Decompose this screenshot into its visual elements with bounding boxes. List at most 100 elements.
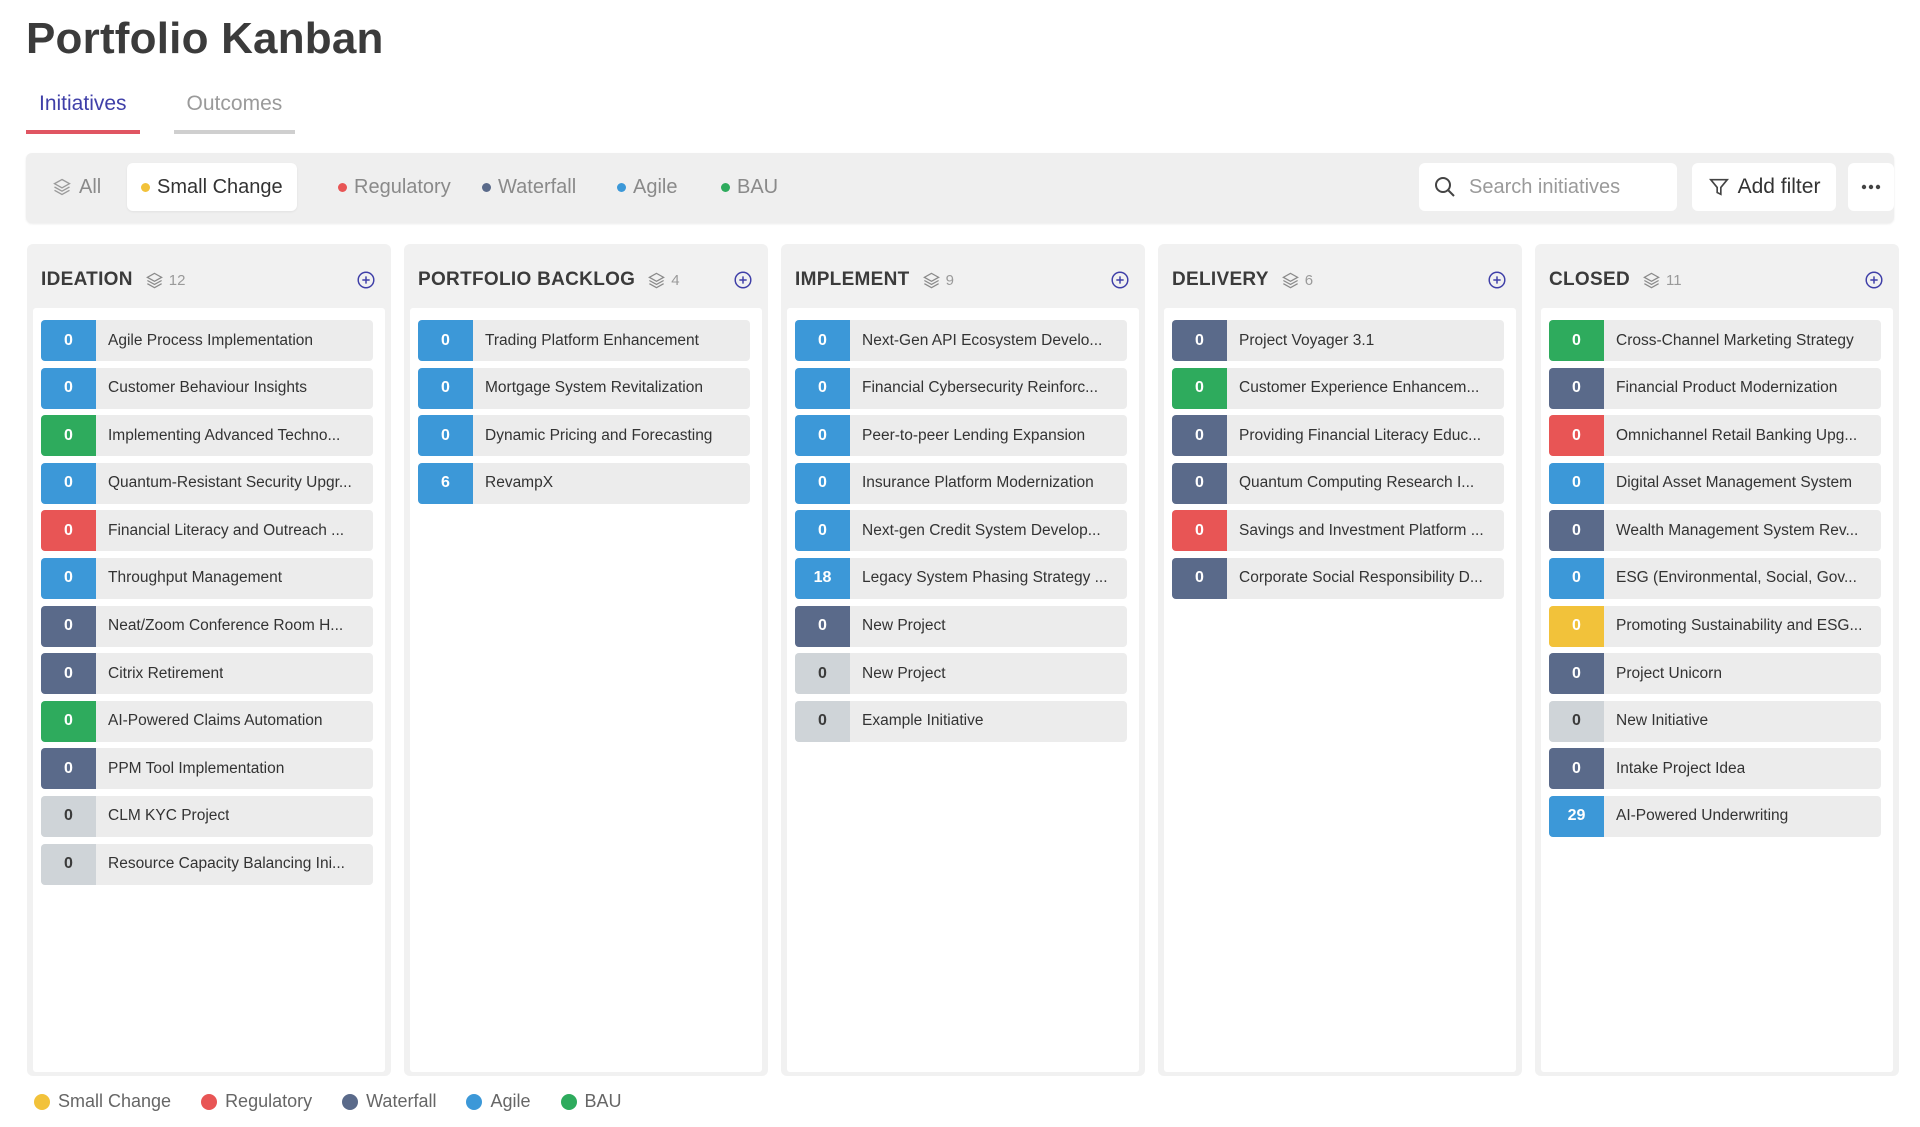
initiative-card[interactable]: 0 Peer-to-peer Lending Expansion [795,415,1127,457]
initiative-card[interactable]: 0 Customer Experience Enhancem... [1172,367,1504,409]
card-title: New Project [862,664,946,682]
card-title: Savings and Investment Platform ... [1239,521,1484,539]
card-title-wrap: Digital Asset Management System [1604,463,1881,504]
filter-chip-bau[interactable]: BAU [707,163,792,211]
tab-outcomes[interactable]: Outcomes [173,88,296,134]
initiative-card[interactable]: 0 Project Voyager 3.1 [1172,320,1504,361]
card-count-badge: 0 [1172,415,1227,457]
filter-chip-all[interactable]: All [38,163,115,211]
initiative-card[interactable]: 0 Project Unicorn [1549,653,1881,695]
legend-label: Waterfall [366,1091,437,1111]
card-title: Legacy System Phasing Strategy ... [862,569,1108,587]
initiative-card[interactable]: 0 Corporate Social Responsibility D... [1172,557,1504,599]
column-header: PORTFOLIO BACKLOG 4 [418,264,754,296]
agile-dot-icon [617,182,626,192]
initiative-card[interactable]: 0 Dynamic Pricing and Forecasting [418,415,750,457]
initiative-card[interactable]: 0 New Project [795,605,1127,647]
add-initiative-button[interactable] [1486,269,1508,291]
column-count-value: 4 [671,271,680,289]
initiative-card[interactable]: 0 Next-gen Credit System Develop... [795,510,1127,552]
initiative-card[interactable]: 0 Mortgage System Revitalization [418,367,750,409]
initiative-card[interactable]: 0 CLM KYC Project [41,795,373,837]
card-count-badge: 0 [795,653,850,695]
initiative-card[interactable]: 0 Promoting Sustainability and ESG... [1549,605,1881,647]
filter-chip-small-change[interactable]: Small Change [127,163,297,211]
card-title: Intake Project Idea [1616,759,1746,777]
initiative-card[interactable]: 0 Digital Asset Management System [1549,462,1881,504]
card-title-wrap: Intake Project Idea [1604,748,1881,789]
initiative-card[interactable]: 0 Financial Cybersecurity Reinforc... [795,367,1127,409]
add-initiative-button[interactable] [1109,269,1131,291]
initiative-card[interactable]: 0 Trading Platform Enhancement [418,320,750,361]
initiative-card[interactable]: 0 Savings and Investment Platform ... [1172,510,1504,552]
add-filter-button[interactable]: Add filter [1692,163,1836,211]
card-count-badge: 0 [1172,510,1227,552]
layers-icon [1643,272,1660,288]
card-count-badge: 0 [41,367,96,409]
card-title: Next-Gen API Ecosystem Develo... [862,331,1103,349]
card-title-wrap: Throughput Management [96,558,373,599]
initiative-card[interactable]: 0 Financial Literacy and Outreach ... [41,510,373,552]
initiative-card[interactable]: 0 Providing Financial Literacy Educ... [1172,415,1504,457]
initiative-card[interactable]: 18 Legacy System Phasing Strategy ... [795,557,1127,599]
legend-item-agile: Agile [466,1091,531,1112]
filter-chip-label: Small Change [157,175,283,198]
card-count-badge: 0 [41,843,96,885]
initiative-card[interactable]: 0 Implementing Advanced Techno... [41,415,373,457]
initiative-card[interactable]: 0 Wealth Management System Rev... [1549,510,1881,552]
initiative-card[interactable]: 0 Throughput Management [41,557,373,599]
card-count-badge: 0 [1549,320,1604,361]
initiative-card[interactable]: 0 ESG (Environmental, Social, Gov... [1549,557,1881,599]
search-box [1419,163,1677,211]
card-count-badge: 0 [795,415,850,457]
card-count-badge: 0 [1549,653,1604,695]
initiative-card[interactable]: 0 Financial Product Modernization [1549,367,1881,409]
initiative-card[interactable]: 0 AI-Powered Claims Automation [41,700,373,742]
initiative-card[interactable]: 29 AI-Powered Underwriting [1549,795,1881,837]
search-input[interactable] [1469,175,1659,199]
initiative-card[interactable]: 0 Intake Project Idea [1549,748,1881,790]
card-count-badge: 0 [41,510,96,552]
tab-bar: Initiatives Outcomes [26,88,296,134]
filter-chip-label: Regulatory [354,175,451,198]
legend-label: Small Change [58,1091,172,1111]
initiative-card[interactable]: 0 Cross-Channel Marketing Strategy [1549,320,1881,361]
kanban-column-portfolio-backlog: PORTFOLIO BACKLOG 4 0 Trading Platform Enha… [404,244,768,1076]
filter-chip-regulatory[interactable]: Regulatory [324,163,465,211]
add-initiative-button[interactable] [355,269,377,291]
filter-chip-waterfall[interactable]: Waterfall [468,163,590,211]
add-initiative-button[interactable] [732,269,754,291]
card-title-wrap: Quantum-Resistant Security Upgr... [96,463,373,504]
initiative-card[interactable]: 0 Quantum Computing Research I... [1172,462,1504,504]
add-initiative-button[interactable] [1863,269,1885,291]
initiative-card[interactable]: 0 Customer Behaviour Insights [41,367,373,409]
initiative-card[interactable]: 0 Insurance Platform Modernization [795,462,1127,504]
initiative-card[interactable]: 6 RevampX [418,462,750,504]
legend-item-waterfall: Waterfall [342,1091,436,1112]
card-title: RevampX [485,474,554,492]
card-title: Digital Asset Management System [1616,474,1853,492]
initiative-card[interactable]: 0 Next-Gen API Ecosystem Develo... [795,320,1127,361]
initiative-card[interactable]: 0 Quantum-Resistant Security Upgr... [41,462,373,504]
card-title-wrap: AI-Powered Claims Automation [96,701,373,742]
card-count-badge: 0 [41,557,96,599]
initiative-card[interactable]: 0 PPM Tool Implementation [41,748,373,790]
column-header: IMPLEMENT 9 [795,264,1131,296]
filter-chip-label: All [79,175,102,198]
more-options-button[interactable] [1848,163,1894,211]
initiative-card[interactable]: 0 Omnichannel Retail Banking Upg... [1549,415,1881,457]
card-title: Throughput Management [108,569,283,587]
filter-chip-agile[interactable]: Agile [603,163,691,211]
initiative-card[interactable]: 0 New Project [795,653,1127,695]
card-title: Quantum-Resistant Security Upgr... [108,474,352,492]
card-list: 0 Next-Gen API Ecosystem Develo... 0 Financ… [795,320,1127,748]
initiative-card[interactable]: 0 Example Initiative [795,700,1127,742]
tab-initiatives[interactable]: Initiatives [26,88,140,134]
card-title: Project Unicorn [1616,664,1722,682]
card-count-badge: 29 [1549,795,1604,837]
initiative-card[interactable]: 0 Citrix Retirement [41,653,373,695]
initiative-card[interactable]: 0 Neat/Zoom Conference Room H... [41,605,373,647]
initiative-card[interactable]: 0 Agile Process Implementation [41,320,373,361]
initiative-card[interactable]: 0 New Initiative [1549,700,1881,742]
initiative-card[interactable]: 0 Resource Capacity Balancing Ini... [41,843,373,885]
